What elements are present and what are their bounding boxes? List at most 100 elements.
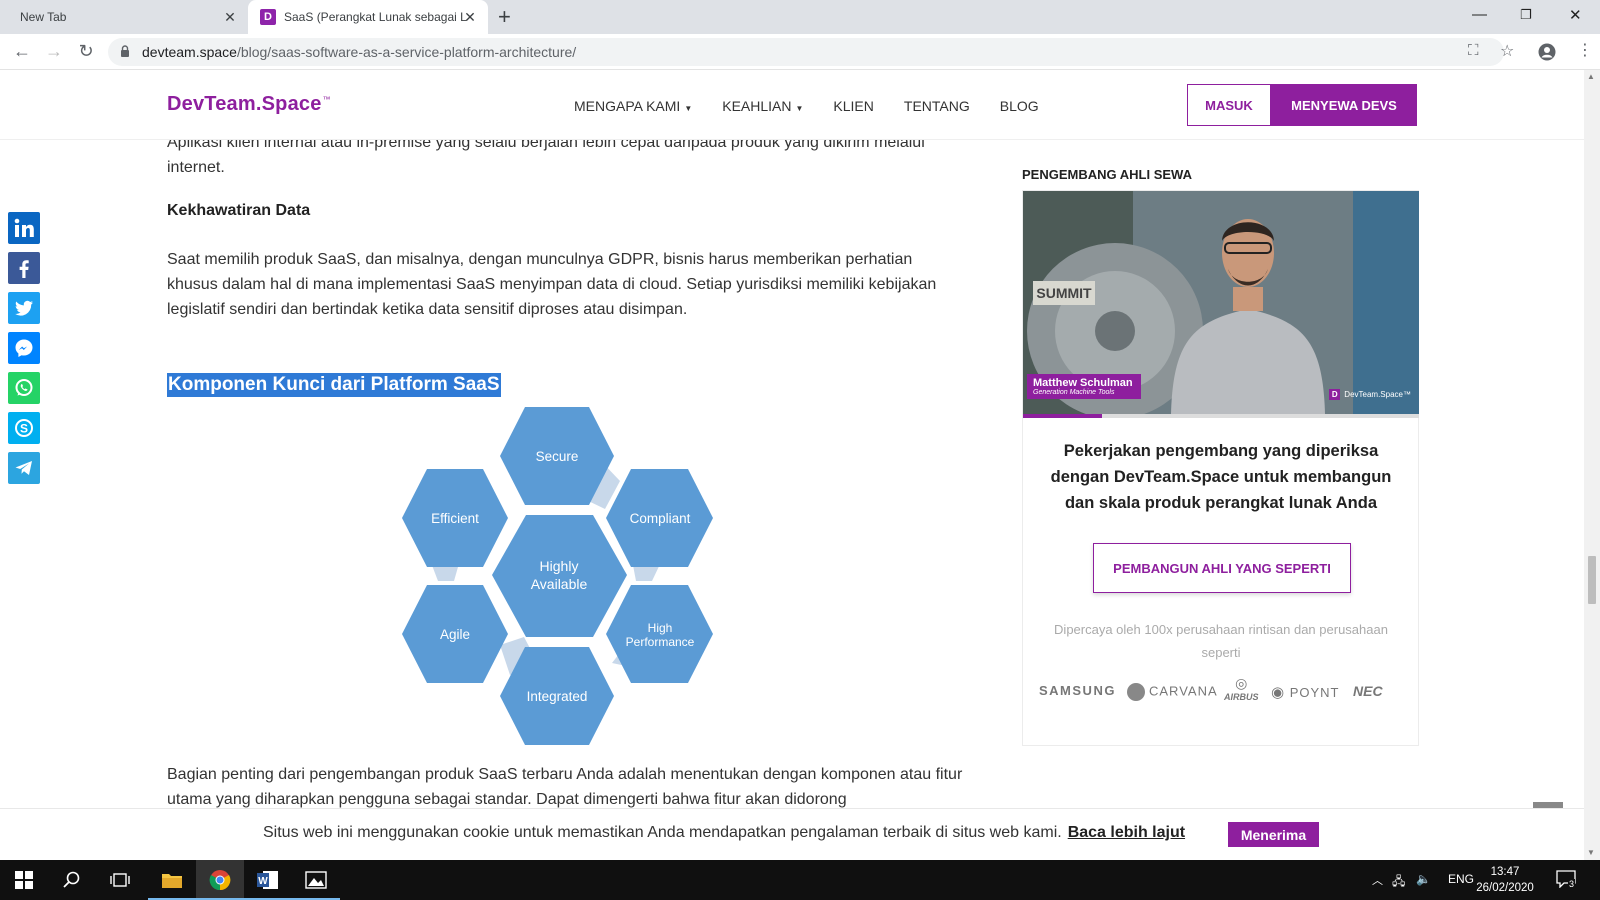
page-scrollbar[interactable]: ▲ ▼ bbox=[1584, 70, 1600, 860]
hire-expert-card: SUMMIT Matthew Schulman Generation Machi… bbox=[1022, 190, 1419, 746]
promo-video[interactable]: SUMMIT Matthew Schulman Generation Machi… bbox=[1023, 191, 1419, 414]
skype-icon[interactable]: S bbox=[8, 412, 40, 444]
notification-count: 3 bbox=[1568, 879, 1576, 889]
site-header: DevTeam.Space™ MENGAPA KAMI ▼ KEAHLIAN ▼ K… bbox=[0, 70, 1584, 140]
hire-devs-button[interactable]: MENYEWA DEVS bbox=[1271, 84, 1417, 126]
clock-date: 26/02/2020 bbox=[1476, 882, 1534, 894]
caret-down-icon: ▼ bbox=[684, 104, 693, 113]
nav-label: MENGAPA KAMI bbox=[574, 98, 681, 114]
speaker-company: Generation Machine Tools bbox=[1033, 389, 1115, 396]
paragraph-saas-development: Bagian penting dari pengembangan produk … bbox=[167, 766, 963, 808]
trusted-by-text: Dipercaya oleh 100x perusahaan rintisan … bbox=[1054, 622, 1388, 660]
svg-text:S: S bbox=[20, 422, 28, 436]
airbus-text: AIRBUS bbox=[1224, 692, 1259, 702]
label-agile: Agile bbox=[440, 627, 470, 642]
menu-kebab-icon[interactable]: ⋮ bbox=[1574, 40, 1596, 62]
linkedin-icon[interactable] bbox=[8, 212, 40, 244]
sidebar-headline: Pekerjakan pengembang yang diperiksa den… bbox=[1050, 442, 1392, 512]
tab-title: SaaS (Perangkat Lunak sebagai L bbox=[284, 10, 467, 24]
scroll-down-icon[interactable]: ▼ bbox=[1587, 848, 1595, 857]
label-efficient: Efficient bbox=[431, 511, 479, 526]
url-path: /blog/saas-software-as-a-service-platfor… bbox=[236, 44, 577, 60]
notifications-icon[interactable]: 3 bbox=[1556, 870, 1576, 891]
tab-title: New Tab bbox=[20, 10, 67, 24]
cookie-accept-button[interactable]: Menerima bbox=[1228, 822, 1319, 847]
label-compliant: Compliant bbox=[630, 511, 691, 526]
lock-icon bbox=[121, 45, 129, 57]
logo-text: DevTeam.Space bbox=[167, 93, 322, 115]
nec-logo: NEC bbox=[1353, 683, 1383, 699]
login-button[interactable]: MASUK bbox=[1187, 84, 1271, 126]
tab-new-tab[interactable]: New Tab ✕ bbox=[0, 0, 246, 34]
close-icon[interactable]: ✕ bbox=[462, 9, 478, 25]
profile-avatar-icon[interactable] bbox=[1538, 43, 1556, 61]
system-clock[interactable]: 13:47 26/02/2020 bbox=[1470, 864, 1540, 896]
word-icon[interactable]: W bbox=[244, 860, 292, 900]
back-arrow-icon[interactable]: ← bbox=[11, 40, 33, 62]
caret-down-icon: ▼ bbox=[795, 104, 804, 113]
svg-text:High: High bbox=[648, 621, 673, 635]
poynt-text: POYNT bbox=[1289, 685, 1340, 700]
cookie-text: Situs web ini menggunakan cookie untuk m… bbox=[263, 824, 1062, 841]
windows-taskbar: W ︿ 🖧 🔈 ENG 13:47 26/02/2020 3 bbox=[0, 860, 1600, 900]
translate-icon[interactable]: ⛶ bbox=[1468, 42, 1479, 59]
telegram-icon[interactable] bbox=[8, 452, 40, 484]
volume-icon[interactable]: 🔈 bbox=[1416, 872, 1431, 886]
saas-components-hexagon-diagram: Secure Compliant Integrated Agile Effici… bbox=[402, 407, 713, 745]
task-view-icon[interactable] bbox=[96, 860, 144, 900]
clock-time: 13:47 bbox=[1490, 866, 1520, 878]
tray-chevron-icon[interactable]: ︿ bbox=[1372, 872, 1383, 888]
poynt-circle-icon: ◉ bbox=[1271, 684, 1286, 701]
nav-label: KEAHLIAN bbox=[722, 98, 792, 114]
airbus-swirl-icon: ◎ bbox=[1235, 675, 1248, 691]
scroll-thumb[interactable] bbox=[1588, 556, 1596, 604]
samsung-logo: SAMSUNG bbox=[1039, 683, 1116, 698]
airbus-logo: ◎ AIRBUS bbox=[1224, 675, 1259, 702]
close-icon[interactable]: ✕ bbox=[222, 9, 238, 25]
whatsapp-icon[interactable] bbox=[8, 372, 40, 404]
video-progress-fill bbox=[1023, 414, 1103, 418]
url-text: devteam.space/blog/saas-software-as-a-se… bbox=[142, 44, 576, 60]
cookie-read-more-link[interactable]: Baca lebih lajut bbox=[1068, 824, 1185, 841]
nav-item-keahlian[interactable]: KEAHLIAN ▼ bbox=[722, 98, 803, 114]
file-explorer-icon[interactable] bbox=[148, 860, 196, 900]
twitter-icon[interactable] bbox=[8, 292, 40, 324]
heading-key-components: Komponen Kunci dari Platform SaaS bbox=[167, 373, 501, 397]
svg-text:Performance: Performance bbox=[626, 635, 695, 649]
carvana-text: CARVANA bbox=[1149, 683, 1218, 699]
new-tab-plus-icon[interactable]: + bbox=[498, 6, 511, 28]
minimize-icon[interactable]: — bbox=[1472, 6, 1487, 23]
network-icon[interactable]: 🖧 bbox=[1392, 872, 1405, 893]
sidebar-title: PENGEMBANG AHLI SEWA bbox=[1022, 167, 1192, 182]
nav-item-blog[interactable]: BLOG bbox=[1000, 98, 1039, 114]
label-integrated: Integrated bbox=[527, 689, 588, 704]
devteam-logo[interactable]: DevTeam.Space™ bbox=[167, 93, 331, 116]
windows-start-icon[interactable] bbox=[0, 860, 48, 900]
window-close-icon[interactable]: ✕ bbox=[1569, 6, 1582, 24]
svg-text:SUMMIT: SUMMIT bbox=[1036, 285, 1092, 301]
photos-icon[interactable] bbox=[292, 860, 340, 900]
facebook-icon[interactable] bbox=[8, 252, 40, 284]
video-brand-badge: D DevTeam.Space™ bbox=[1329, 389, 1411, 400]
nav-item-mengapa-kami[interactable]: MENGAPA KAMI ▼ bbox=[574, 98, 692, 114]
devteam-d-icon: D bbox=[1329, 389, 1341, 400]
bookmark-star-icon[interactable]: ☆ bbox=[1500, 41, 1514, 61]
nav-item-klien[interactable]: KLIEN bbox=[833, 98, 873, 114]
poynt-logo: ◉ POYNT bbox=[1271, 683, 1340, 701]
video-progress-bar[interactable] bbox=[1023, 414, 1419, 418]
nav-item-tentang[interactable]: TENTANG bbox=[904, 98, 970, 114]
logo-tm: ™ bbox=[322, 95, 331, 105]
scroll-up-icon[interactable]: ▲ bbox=[1587, 72, 1595, 81]
svg-text:Highly: Highly bbox=[540, 558, 579, 574]
svg-text:Available: Available bbox=[531, 576, 588, 592]
restore-icon[interactable]: ❐ bbox=[1520, 7, 1532, 23]
expert-builder-button[interactable]: PEMBANGUN AHLI YANG SEPERTI bbox=[1093, 543, 1351, 593]
speaker-name-tag: Matthew Schulman Generation Machine Tool… bbox=[1027, 374, 1141, 399]
messenger-icon[interactable] bbox=[8, 332, 40, 364]
reload-icon[interactable]: ↻ bbox=[75, 40, 97, 62]
search-icon[interactable] bbox=[48, 860, 96, 900]
address-bar[interactable]: devteam.space/blog/saas-software-as-a-se… bbox=[108, 38, 1514, 66]
chrome-icon[interactable] bbox=[196, 860, 244, 900]
forward-arrow-icon[interactable]: → bbox=[43, 40, 65, 62]
tab-saas-article[interactable]: D SaaS (Perangkat Lunak sebagai L ✕ bbox=[248, 0, 488, 34]
